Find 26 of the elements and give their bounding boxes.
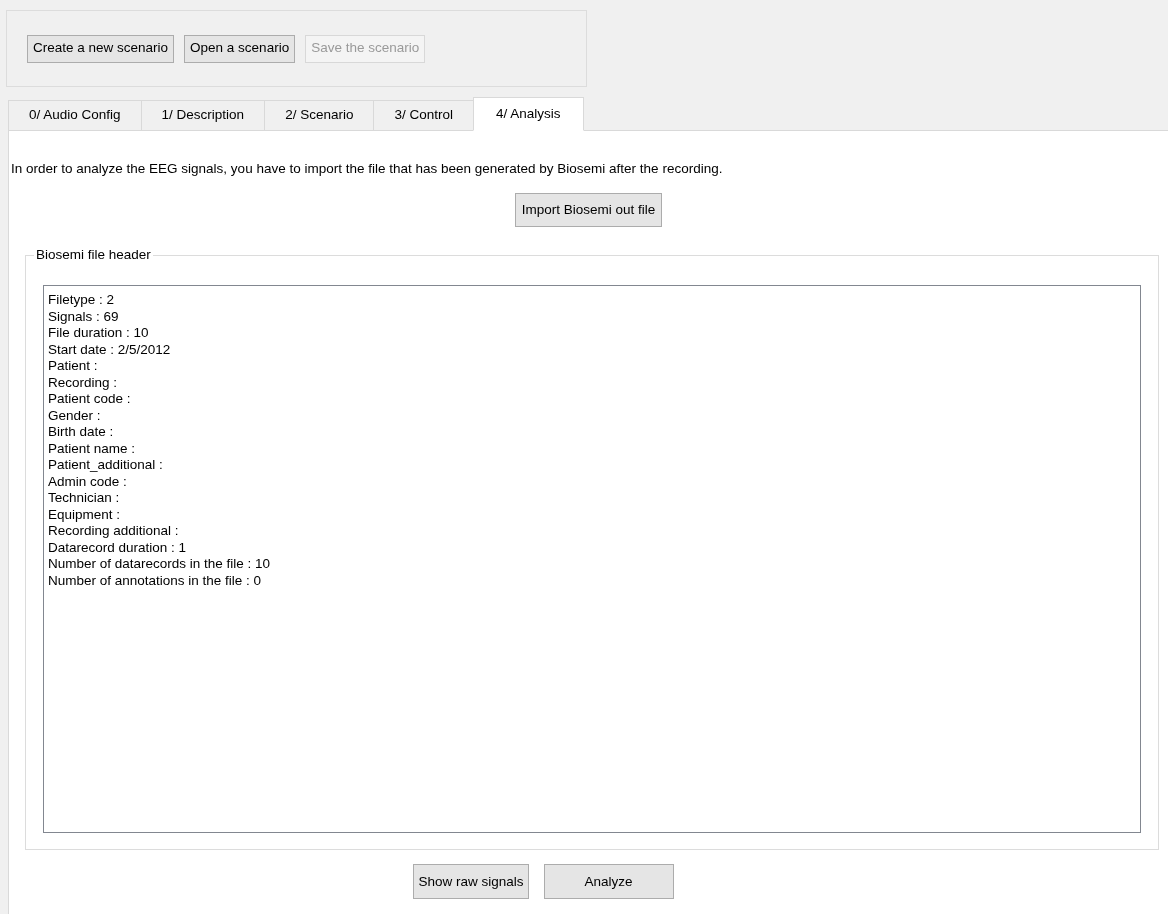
header-line: Admin code :: [48, 473, 127, 491]
header-line: File duration : 10: [48, 325, 149, 342]
toolbar-button[interactable]: Create a new scenario: [27, 34, 175, 63]
toolbar-button[interactable]: Open a scenario: [184, 34, 296, 63]
header-line: Patient code :: [48, 391, 131, 408]
header-line: Patient name :: [48, 440, 136, 458]
header-line: Patient_additional :: [48, 457, 163, 474]
action-button[interactable]: Analyze: [543, 864, 674, 900]
header-line: Recording :: [48, 374, 118, 392]
header-line: Patient :: [48, 358, 98, 375]
header-line: Start date : 2/5/2012: [48, 341, 171, 359]
action-button[interactable]: Show raw signals: [413, 864, 529, 900]
tab[interactable]: 4/ Analysis: [472, 97, 584, 131]
header-line: Gender :: [48, 407, 101, 425]
header-line: Equipment :: [48, 506, 121, 524]
header-line: Technician :: [48, 490, 120, 507]
header-line: Birth date :: [48, 424, 114, 441]
import-button[interactable]: Import Biosemi out file: [514, 193, 663, 228]
header-line: Number of datarecords in the file : 10: [48, 556, 271, 573]
header-line: Datarecord duration : 1: [48, 539, 187, 557]
tab[interactable]: 0/ Audio Config: [8, 100, 142, 131]
header-line: Signals : 69: [48, 308, 119, 326]
instructions-text: In order to analyze the EEG signals, you have to import the file that has been generated by Biosemi after the recording.: [11, 160, 724, 178]
header-line: Filetype : 2: [48, 292, 115, 309]
header-line: Number of annotations in the file : 0: [48, 572, 262, 590]
header-line: Recording additional :: [48, 523, 179, 540]
